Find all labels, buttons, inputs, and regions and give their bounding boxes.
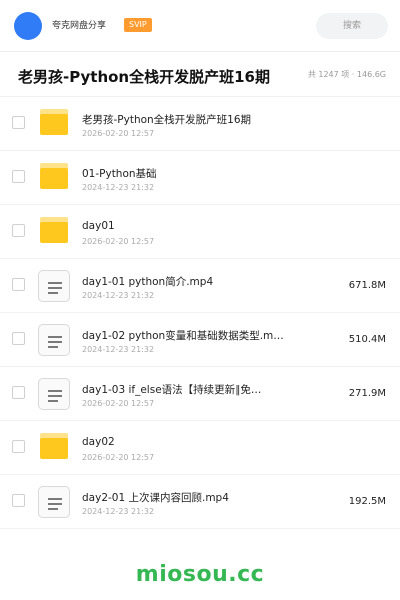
folder-title-bar: 老男孩-Python全栈开发脱产班16期 共 1247 项 · 146.6G <box>0 52 400 97</box>
list-item[interactable]: day1-01 python简介.mp4 2024-12-23 21:32 671.… <box>0 259 400 313</box>
list-item[interactable]: 老男孩-Python全栈开发脱产班16期 2026-02-20 12:57 <box>0 97 400 151</box>
item-date: 2024-12-23 21:32 <box>82 345 155 354</box>
item-size: 671.8M <box>348 280 386 291</box>
item-date: 2024-12-23 21:32 <box>82 291 155 300</box>
list-item[interactable]: day2-01 上次课内容回顾.mp4 2024-12-23 21:32 192.5… <box>0 475 400 529</box>
item-date: 2026-02-20 12:57 <box>82 453 155 462</box>
folder-icon <box>40 217 68 243</box>
item-date: 2024-12-23 21:32 <box>82 183 155 192</box>
watermark-text: miosou.cc <box>135 562 265 587</box>
file-list: 老男孩-Python全栈开发脱产班16期 2026-02-20 12:57 01-P… <box>0 97 400 529</box>
item-name[interactable]: day01 <box>82 220 115 232</box>
item-name[interactable]: day1-02 python变量和基础数据类型.m… <box>82 328 284 343</box>
select-checkbox[interactable] <box>12 224 25 237</box>
select-checkbox[interactable] <box>12 386 25 399</box>
file-icon <box>38 378 70 410</box>
item-date: 2024-12-23 21:32 <box>82 507 155 516</box>
select-checkbox[interactable] <box>12 116 25 129</box>
select-checkbox[interactable] <box>12 332 25 345</box>
select-checkbox[interactable] <box>12 278 25 291</box>
item-name[interactable]: day2-01 上次课内容回顾.mp4 <box>82 490 229 505</box>
folder-icon <box>40 163 68 189</box>
list-item[interactable]: day02 2026-02-20 12:57 <box>0 421 400 475</box>
item-name[interactable]: day1-03 if_else语法【持续更新∥免… <box>82 382 261 397</box>
item-name[interactable]: 01-Python基础 <box>82 166 157 181</box>
share-owner-name: 夸克网盘分享 <box>52 21 107 31</box>
item-size: 271.9M <box>348 388 386 399</box>
folder-icon <box>40 109 68 135</box>
file-icon <box>38 324 70 356</box>
page-title: 老男孩-Python全栈开发脱产班16期 <box>18 68 270 86</box>
list-item[interactable]: 01-Python基础 2024-12-23 21:32 <box>0 151 400 205</box>
item-name[interactable]: day02 <box>82 436 115 448</box>
avatar[interactable] <box>14 12 42 40</box>
file-icon <box>38 486 70 518</box>
select-checkbox[interactable] <box>12 494 25 507</box>
svip-badge: SVIP <box>124 18 152 32</box>
search-button[interactable]: 搜索 <box>316 13 388 39</box>
list-item[interactable]: day1-03 if_else语法【持续更新∥免… 2026-02-20 12:5… <box>0 367 400 421</box>
folder-summary: 共 1247 项 · 146.6G <box>307 70 386 79</box>
item-date: 2026-02-20 12:57 <box>82 129 155 138</box>
folder-icon <box>40 433 68 459</box>
item-size: 510.4M <box>348 334 386 345</box>
select-checkbox[interactable] <box>12 440 25 453</box>
select-checkbox[interactable] <box>12 170 25 183</box>
item-name[interactable]: day1-01 python简介.mp4 <box>82 274 213 289</box>
file-icon <box>38 270 70 302</box>
list-item[interactable]: day01 2026-02-20 12:57 <box>0 205 400 259</box>
item-size: 192.5M <box>348 496 386 507</box>
item-name[interactable]: 老男孩-Python全栈开发脱产班16期 <box>82 112 251 127</box>
item-date: 2026-02-20 12:57 <box>82 237 155 246</box>
list-item[interactable]: day1-02 python变量和基础数据类型.m… 2024-12-23 21:… <box>0 313 400 367</box>
share-header: 夸克网盘分享 SVIP 搜索 <box>0 0 400 52</box>
item-date: 2026-02-20 12:57 <box>82 399 155 408</box>
